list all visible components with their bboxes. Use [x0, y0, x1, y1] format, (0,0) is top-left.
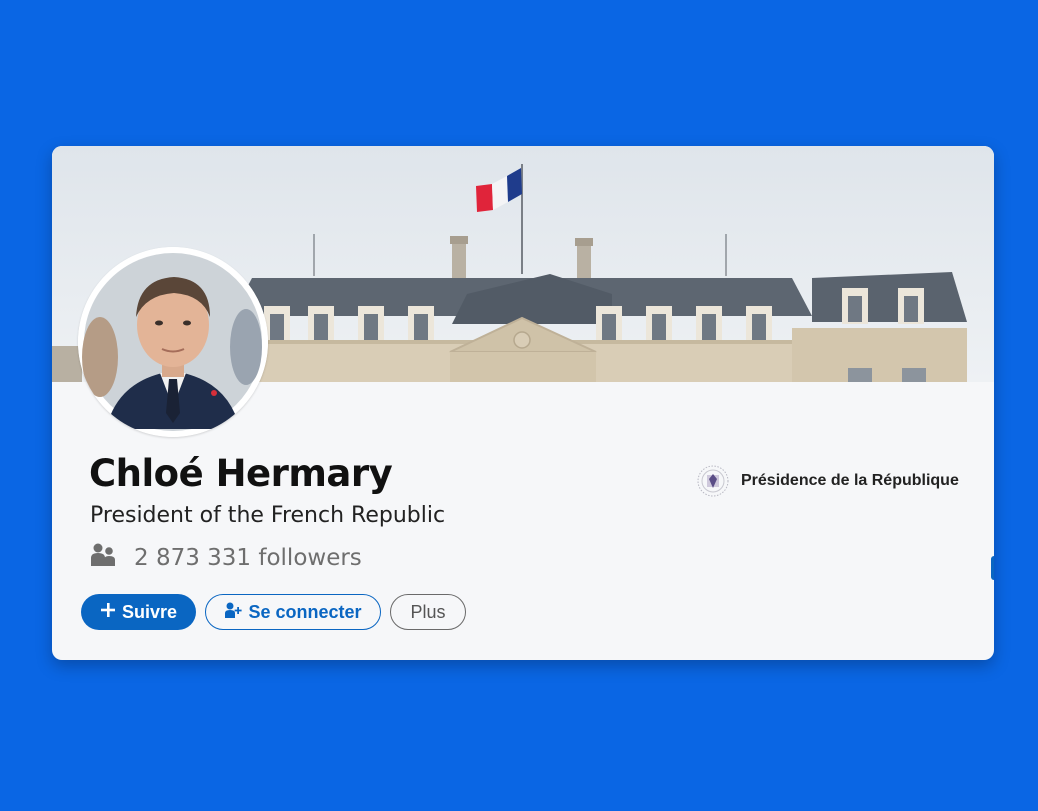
more-label: Plus — [410, 601, 446, 622]
profile-headline: President of the French Republic — [90, 503, 446, 528]
organization[interactable]: Présidence de la République — [697, 465, 959, 497]
page-background: in Chloé Hermary President o — [0, 0, 1038, 811]
people-icon — [90, 542, 116, 574]
connect-button[interactable]: Se connecter — [205, 594, 381, 630]
organization-name: Présidence de la République — [741, 472, 959, 489]
profile-name: Chloé Hermary — [89, 452, 393, 495]
follow-button[interactable]: Suivre — [81, 594, 196, 630]
avatar[interactable] — [78, 247, 268, 437]
followers-text: 2 873 331 followers — [134, 545, 362, 571]
more-button[interactable]: Plus — [390, 594, 466, 630]
linkedin-icon: in — [991, 556, 994, 580]
connect-label: Se connecter — [248, 601, 362, 622]
add-person-icon — [224, 601, 243, 624]
followers-count: 2 873 331 followers — [90, 542, 362, 574]
plus-icon — [100, 602, 116, 623]
follow-label: Suivre — [121, 601, 178, 622]
presidency-seal-icon — [697, 465, 729, 497]
